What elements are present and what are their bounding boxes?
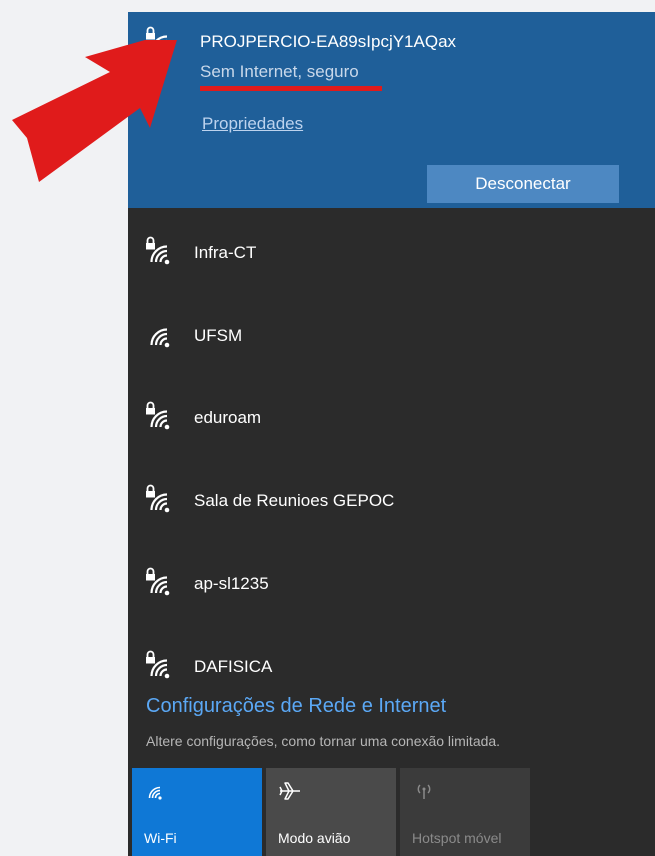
wifi-secured-icon	[144, 236, 180, 266]
wifi-icon	[144, 319, 180, 349]
wifi-icon	[144, 780, 168, 802]
annotation-underline	[200, 86, 382, 91]
tile-label: Hotspot móvel	[412, 830, 502, 846]
airplane-icon	[278, 780, 302, 802]
tile-label: Modo avião	[278, 830, 351, 846]
properties-link[interactable]: Propriedades	[202, 114, 303, 134]
hotspot-icon	[412, 780, 436, 802]
network-name: Infra-CT	[194, 243, 257, 262]
connection-status: Sem Internet, seguro	[200, 62, 359, 81]
annotation-arrow	[12, 40, 177, 182]
network-flyout: PROJPERCIO-EA89sIpcjY1AQax Sem Internet,…	[128, 12, 655, 856]
disconnect-button[interactable]: Desconectar	[427, 165, 619, 203]
network-name: DAFISICA	[194, 657, 273, 676]
network-item-dafisica[interactable]: DAFISICA	[128, 636, 655, 696]
network-item-eduroam[interactable]: eduroam	[128, 387, 655, 447]
network-name: ap-sl1235	[194, 574, 269, 593]
mobile-hotspot-tile[interactable]: Hotspot móvel	[400, 768, 530, 856]
wifi-secured-icon	[144, 650, 180, 680]
wifi-secured-icon	[144, 484, 180, 514]
network-settings-link[interactable]: Configurações de Rede e Internet	[146, 695, 446, 718]
wifi-toggle-tile[interactable]: Wi-Fi	[132, 768, 262, 856]
airplane-mode-tile[interactable]: Modo avião	[266, 768, 396, 856]
network-item-sala-de-reunioes-gepoc[interactable]: Sala de Reunioes GEPOC	[128, 470, 655, 530]
connected-network-name: PROJPERCIO-EA89sIpcjY1AQax	[200, 32, 457, 51]
network-item-ap-sl1235[interactable]: ap-sl1235	[128, 553, 655, 613]
network-settings-description: Altere configurações, como tornar uma co…	[146, 733, 501, 749]
wifi-secured-icon	[144, 401, 180, 431]
network-item-infra-ct[interactable]: Infra-CT	[128, 222, 655, 282]
network-name: eduroam	[194, 408, 262, 427]
connected-network-item[interactable]: PROJPERCIO-EA89sIpcjY1AQax Sem Internet,…	[128, 12, 655, 208]
network-name: UFSM	[194, 326, 243, 345]
network-name: Sala de Reunioes GEPOC	[194, 491, 395, 510]
network-item-ufsm[interactable]: UFSM	[128, 305, 655, 365]
tile-label: Wi-Fi	[144, 830, 177, 846]
wifi-secured-icon	[144, 567, 180, 597]
